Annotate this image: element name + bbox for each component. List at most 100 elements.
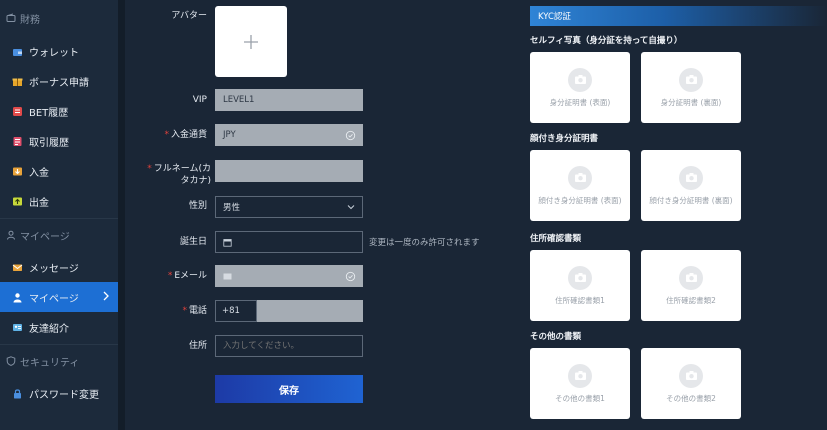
- sidebar-item-label: メッセージ: [29, 263, 79, 275]
- kyc-card-caption: 身分証明書 (裏面): [660, 97, 722, 107]
- address-input[interactable]: [215, 335, 363, 357]
- avatar-upload[interactable]: [215, 6, 287, 77]
- vip-label: VIP: [192, 95, 207, 105]
- kyc-upload-card[interactable]: 住所確認書類2: [641, 250, 741, 321]
- sidebar-item-messages[interactable]: メッセージ: [0, 252, 118, 282]
- kyc-upload-card[interactable]: その他の書類1: [530, 348, 630, 419]
- currency-select[interactable]: JPY: [215, 124, 363, 146]
- kyc-upload-card[interactable]: 顔付き身分証明書 (裏面): [641, 150, 741, 221]
- camera-icon: [574, 173, 586, 182]
- user-icon: [12, 292, 23, 303]
- vip-field: LEVEL1: [215, 89, 363, 111]
- wallet-icon: [12, 46, 23, 57]
- phone-label: * 電話: [182, 306, 207, 316]
- fullname-label: * フルネーム(カ タカナ): [147, 164, 211, 186]
- mail-icon: [12, 262, 23, 273]
- deposit-icon: [12, 166, 23, 177]
- sidebar-divider: [0, 218, 118, 219]
- kyc-card-caption: その他の書類2: [666, 393, 716, 403]
- sidebar-item-bonus[interactable]: ボーナス申請: [0, 66, 118, 96]
- sidebar-item-label: 入金: [29, 167, 49, 179]
- sidebar-section-finance: 財務: [0, 5, 118, 31]
- kyc-card-caption: 住所確認書類1: [555, 295, 605, 305]
- sidebar-divider: [0, 344, 118, 345]
- sidebar-item-label: 出金: [29, 197, 49, 209]
- sidebar-item-referral[interactable]: 友達紹介: [0, 312, 118, 342]
- kyc-upload-card[interactable]: 身分証明書 (表面): [530, 52, 630, 123]
- camera-icon: [685, 75, 697, 84]
- sidebar-scroll-edge: [118, 0, 125, 430]
- sidebar-item-wallet[interactable]: ウォレット: [0, 36, 118, 66]
- sidebar-item-mypage[interactable]: マイページ: [0, 282, 118, 312]
- kyc-card-caption: 顔付き身分証明書 (裏面): [649, 195, 733, 205]
- kyc-group-title: 顔付き身分証明書: [530, 134, 599, 144]
- sidebar-item-label: パスワード変更: [29, 389, 99, 401]
- kyc-upload-card[interactable]: その他の書類2: [641, 348, 741, 419]
- sidebar-item-label: ボーナス申請: [29, 77, 89, 89]
- birthday-label: 誕生日: [179, 237, 207, 247]
- kyc-group-title: その他の書類: [530, 332, 582, 342]
- birthday-hint: 変更は一度のみ許可されます: [369, 238, 480, 248]
- user-section-icon: [7, 230, 15, 240]
- transaction-icon: [12, 136, 23, 147]
- friend-icon: [12, 322, 23, 333]
- sidebar-section-label: マイページ: [20, 231, 70, 243]
- sidebar-item-withdraw[interactable]: 出金: [0, 186, 118, 216]
- phone-prefix-value: +81: [222, 306, 240, 316]
- kyc-upload-card[interactable]: 住所確認書類1: [530, 250, 630, 321]
- withdraw-icon: [12, 196, 23, 207]
- kyc-upload-card[interactable]: 身分証明書 (裏面): [641, 52, 741, 123]
- currency-label: * 入金通貨: [164, 130, 207, 140]
- sidebar-item-label: マイページ: [29, 293, 79, 305]
- sidebar-item-label: 友達紹介: [29, 323, 69, 335]
- fullname-label-text-2: タカナ): [180, 176, 211, 186]
- profile-main: アバター VIP LEVEL1 * 入金通貨 JPY * フルネーム(カ タカナ) 性…: [125, 0, 827, 430]
- kyc-group-title: セルフィ写真（身分証を持って自撮り）: [530, 36, 683, 46]
- camera-icon: [685, 273, 697, 282]
- fullname-field[interactable]: [215, 160, 363, 182]
- currency-value: JPY: [223, 130, 236, 140]
- kyc-upload-card[interactable]: 顔付き身分証明書 (表面): [530, 150, 630, 221]
- lock-icon: [12, 388, 23, 399]
- sidebar-section-label: セキュリティ: [20, 357, 80, 369]
- avatar-label: アバター: [171, 11, 207, 21]
- phone-country-code[interactable]: +81: [215, 300, 257, 322]
- camera-icon: [574, 371, 586, 380]
- wallet-section-icon: [6, 13, 16, 22]
- kyc-header: KYC認証: [530, 6, 827, 26]
- sidebar-section-label: 財務: [20, 14, 40, 26]
- chevron-right-icon: [103, 291, 109, 301]
- kyc-card-caption: 身分証明書 (表面): [549, 97, 611, 107]
- sidebar-section-mypage: マイページ: [0, 222, 118, 248]
- vip-value: LEVEL1: [223, 95, 255, 105]
- chevron-down-icon: [347, 205, 355, 210]
- save-button[interactable]: 保存: [215, 375, 363, 403]
- gift-icon: [12, 76, 23, 87]
- plus-icon: [244, 34, 258, 49]
- kyc-card-caption: 顔付き身分証明書 (表面): [538, 195, 622, 205]
- sidebar-item-label: 取引履歴: [29, 137, 69, 149]
- gender-value: 男性: [223, 203, 241, 213]
- camera-icon: [574, 75, 586, 84]
- birthday-field[interactable]: [215, 231, 363, 253]
- address-label: 住所: [188, 341, 207, 351]
- check-circle-icon: [345, 130, 356, 141]
- calendar-icon: [223, 238, 232, 247]
- sidebar-item-password[interactable]: パスワード変更: [0, 378, 118, 408]
- gender-select[interactable]: 男性: [215, 196, 363, 218]
- fullname-label-text-1: フルネーム(カ: [153, 164, 211, 174]
- currency-label-text: 入金通貨: [170, 130, 207, 140]
- sidebar-item-bet-history[interactable]: BET履歴: [0, 96, 118, 126]
- email-label-text: Eメール: [174, 271, 207, 281]
- email-field[interactable]: [215, 265, 363, 287]
- camera-icon: [574, 273, 586, 282]
- sidebar-item-deposit[interactable]: 入金: [0, 156, 118, 186]
- email-label: * Eメール: [167, 271, 207, 281]
- mail-small-icon: [223, 273, 232, 279]
- sidebar-item-label: BET履歴: [29, 107, 69, 119]
- phone-label-text: 電話: [188, 306, 207, 316]
- sidebar-item-transactions[interactable]: 取引履歴: [0, 126, 118, 156]
- phone-number-field[interactable]: [257, 300, 363, 322]
- app-root: 財務 ウォレット ボーナス申請 BET履歴 取引履歴 入金 出金 マイページ メ…: [0, 0, 827, 430]
- gender-label: 性別: [188, 201, 207, 211]
